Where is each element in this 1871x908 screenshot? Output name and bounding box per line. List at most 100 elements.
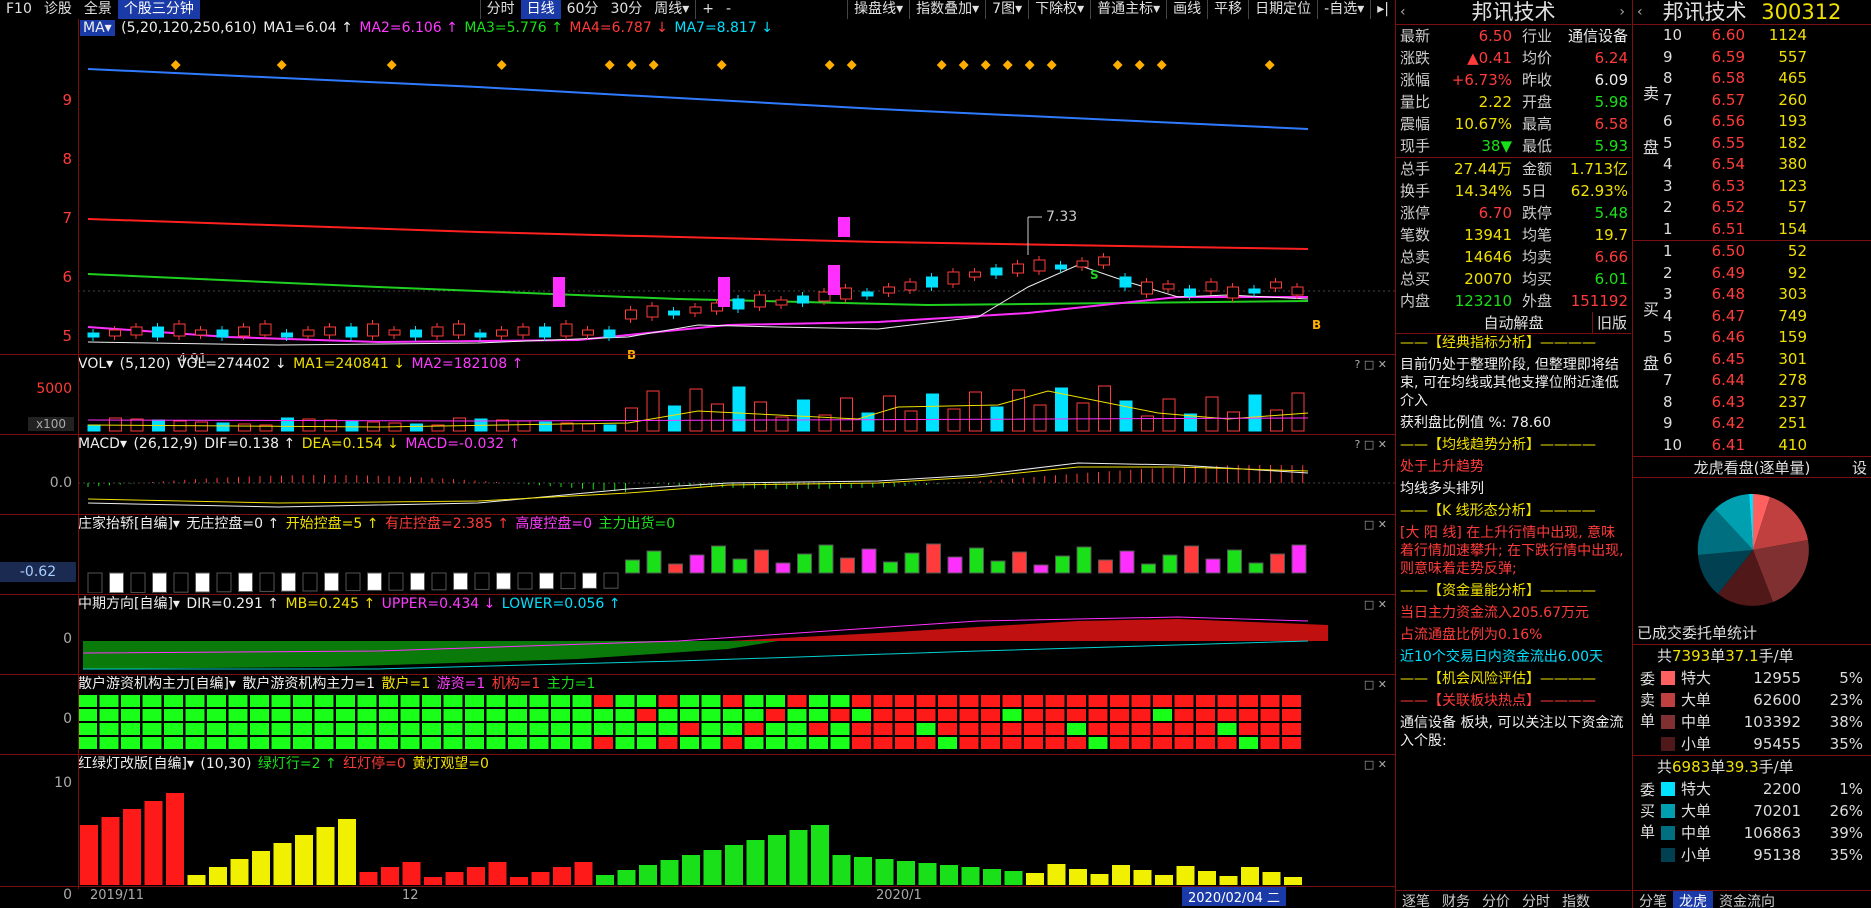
volume-chart-svg[interactable] <box>78 373 1395 433</box>
light-panel-controls[interactable]: □ ✕ <box>1364 758 1387 771</box>
date-locate-button[interactable]: 日期定位 <box>1248 0 1317 19</box>
index-overlay-menu[interactable]: 指数叠加▾ <box>909 0 985 19</box>
dragon-settings-button[interactable]: 设 <box>1852 457 1867 479</box>
zhuang-bar <box>1119 550 1135 574</box>
book-level[interactable]: 4 6.47 749 <box>1657 306 1871 328</box>
prev-stock-icon[interactable]: ‹ <box>1400 0 1406 25</box>
seven-chart-menu[interactable]: 7图▾ <box>985 0 1028 19</box>
book-level[interactable]: 8 6.58 465 <box>1657 68 1871 90</box>
book-price: 6.50 <box>1711 242 1745 260</box>
book-level[interactable]: 10 6.60 1124 <box>1657 25 1871 47</box>
sanhu-selector[interactable]: 散户游资机构主力[自编]▾ <box>78 676 236 692</box>
book-level[interactable]: 1 6.50 52 <box>1657 241 1871 263</box>
sanhu-panel-controls[interactable]: □ ✕ <box>1364 678 1387 691</box>
collapse-right-button[interactable]: ▸| <box>1370 0 1395 19</box>
tab-index[interactable]: 指数 <box>1556 891 1596 908</box>
main-chart-menu[interactable]: 普通主标▾ <box>1090 0 1166 19</box>
quote-key: 涨跌 <box>1400 49 1431 67</box>
zhuang-panel-header: 庄家抬轿[自编]▾ 无庄控盘=0 ↑ 开始控盘=5 ↑ 有庄控盘=2.385 ↑… <box>78 515 677 533</box>
pan-button[interactable]: 平移 <box>1207 0 1248 19</box>
book-level[interactable]: 3 6.53 123 <box>1657 176 1871 198</box>
period-60min[interactable]: 60分 <box>561 0 605 19</box>
next-stock-icon[interactable]: › <box>1619 0 1625 25</box>
book-level[interactable]: 4 6.54 380 <box>1657 154 1871 176</box>
tab-finance[interactable]: 财务 <box>1436 891 1476 908</box>
tab-split[interactable]: 分笔 <box>1633 891 1673 908</box>
draw-line-button[interactable]: 画线 <box>1166 0 1207 19</box>
stat-name: 中单 <box>1681 824 1712 842</box>
sanhu-cell <box>1088 695 1108 707</box>
vol-selector[interactable]: VOL▾ <box>78 356 113 372</box>
book-level[interactable]: 6 6.56 193 <box>1657 111 1871 133</box>
book-level[interactable]: 2 6.49 92 <box>1657 263 1871 285</box>
book-level[interactable]: 10 6.41 410 <box>1657 435 1871 457</box>
overview-button[interactable]: 全景 <box>78 0 118 19</box>
candle-body <box>926 276 938 288</box>
order-pie-chart <box>1697 493 1809 606</box>
sanhu-cell <box>744 709 764 721</box>
book-level[interactable]: 5 6.55 182 <box>1657 133 1871 155</box>
candle-body <box>1291 286 1304 296</box>
light-bar <box>187 875 206 885</box>
trading-line-menu[interactable]: 操盘线▾ <box>847 0 909 19</box>
candle-body <box>173 323 186 337</box>
sanhu-cell <box>981 737 1000 749</box>
dir-chart-svg[interactable] <box>78 613 1395 673</box>
book-level[interactable]: 7 6.44 278 <box>1657 370 1871 392</box>
sanhu-chart-svg[interactable] <box>78 693 1395 753</box>
price-chart-svg[interactable]: 7.33 4.91 B B S <box>78 37 1395 367</box>
macd-selector[interactable]: MACD▾ <box>78 436 127 452</box>
zoom-out-button[interactable]: - <box>720 0 737 19</box>
tab-fund-flow[interactable]: 资金流向 <box>1713 891 1781 908</box>
candle-body-large <box>718 277 730 307</box>
tab-dragon[interactable]: 龙虎 <box>1673 891 1713 908</box>
zhuang-bar <box>732 558 748 574</box>
sanhu-cell <box>443 695 463 707</box>
book-level[interactable]: 6 6.45 301 <box>1657 349 1871 371</box>
macd-panel-controls[interactable]: ? □ ✕ <box>1355 438 1387 451</box>
dir-selector[interactable]: 中期方向[自编]▾ <box>78 596 180 612</box>
chart-area[interactable]: MA▾ (5,20,120,250,610) MA1=6.04 ↑ MA2=6.… <box>0 19 1395 908</box>
old-version-button[interactable]: 旧版 <box>1591 312 1627 334</box>
period-intraday[interactable]: 分时 <box>479 0 521 19</box>
book-level[interactable]: 8 6.43 237 <box>1657 392 1871 414</box>
period-30min[interactable]: 30分 <box>604 0 648 19</box>
tab-ticks[interactable]: 逐笔 <box>1396 891 1436 908</box>
book-level[interactable]: 9 6.42 251 <box>1657 413 1871 435</box>
watchlist-menu[interactable]: -自选▾ <box>1317 0 1370 19</box>
book-price: 6.46 <box>1711 328 1745 346</box>
macd-chart-svg[interactable] <box>78 453 1395 513</box>
analysis-line: 占流通盘比例为0.16% <box>1400 627 1543 643</box>
candle-body-large <box>828 265 840 295</box>
period-weekly[interactable]: 周线▾ <box>648 0 695 19</box>
candle-body <box>582 329 594 336</box>
zhuang-panel-controls[interactable]: □ ✕ <box>1364 518 1387 531</box>
book-level[interactable]: 7 6.57 260 <box>1657 90 1871 112</box>
orderbook-prev-icon[interactable]: ‹ <box>1637 0 1643 25</box>
vol-panel-controls[interactable]: ? □ ✕ <box>1355 358 1387 371</box>
zoom-in-button[interactable]: + <box>695 0 720 19</box>
dir-panel-controls[interactable]: □ ✕ <box>1364 598 1387 611</box>
book-level[interactable]: 3 6.48 303 <box>1657 284 1871 306</box>
tab-price-dist[interactable]: 分价 <box>1476 891 1516 908</box>
zhuang-chart-svg[interactable] <box>78 533 1395 593</box>
light-selector[interactable]: 红绿灯改版[自编]▾ <box>78 756 194 772</box>
sanhu-cell <box>228 695 248 707</box>
diagnose-button[interactable]: 诊股 <box>38 0 78 19</box>
light-bar <box>1069 869 1087 885</box>
f10-button[interactable]: F10 <box>0 0 38 19</box>
period-daily[interactable]: 日线 <box>520 0 561 19</box>
stock-name: 邦讯技术 <box>1471 0 1556 24</box>
zhuang-selector[interactable]: 庄家抬轿[自编]▾ <box>78 516 180 532</box>
sanhu-cell <box>1131 737 1151 749</box>
three-minute-button[interactable]: 个股三分钟 <box>117 0 200 19</box>
tab-intraday[interactable]: 分时 <box>1516 891 1556 908</box>
sanhu-cell <box>1217 737 1237 749</box>
book-level[interactable]: 2 6.52 57 <box>1657 197 1871 219</box>
light-chart-svg[interactable] <box>78 773 1395 885</box>
book-level[interactable]: 1 6.51 154 <box>1657 219 1871 241</box>
book-level[interactable]: 9 6.59 557 <box>1657 47 1871 69</box>
book-level[interactable]: 5 6.46 159 <box>1657 327 1871 349</box>
ma-selector[interactable]: MA▾ <box>80 20 115 36</box>
ex-rights-menu[interactable]: 下除权▾ <box>1028 0 1090 19</box>
